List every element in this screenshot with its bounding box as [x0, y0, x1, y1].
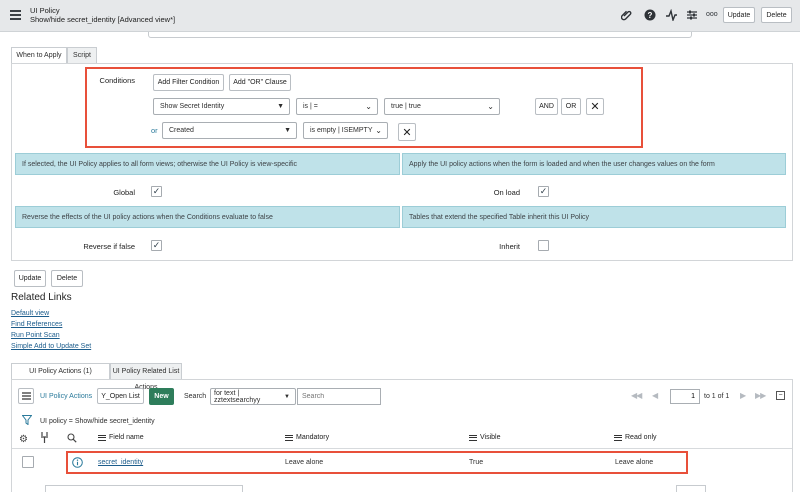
find-references-link[interactable]: Find References: [11, 321, 62, 328]
page-number-input[interactable]: [670, 389, 700, 404]
column-header-label: Mandatory: [296, 434, 330, 441]
page-subtitle: Show/hide secret_identity [Advanced view…: [30, 15, 176, 24]
row-highlight: [66, 451, 688, 474]
inherit-help-text: Tables that extend the specified Table i…: [402, 206, 786, 228]
row-select-checkbox[interactable]: [22, 456, 34, 468]
search-scope-value: for text | zztextsearchyy: [214, 389, 261, 404]
search-input[interactable]: [297, 388, 381, 405]
column-header-field-name[interactable]: Field name: [98, 434, 144, 441]
tab-script[interactable]: Script: [67, 47, 97, 64]
global-label: Global: [113, 188, 135, 197]
update-button[interactable]: Update: [723, 7, 755, 23]
reverse-help-text: Reverse the effects of the UI policy act…: [15, 206, 400, 228]
page-range-label: to 1 of 1: [704, 393, 730, 400]
page-title: UI Policy: [30, 6, 60, 15]
header-bar: UI Policy Show/hide secret_identity [Adv…: [0, 0, 800, 32]
column-menu-icon: [469, 434, 477, 441]
filter-funnel-icon[interactable]: [21, 415, 33, 427]
search-icon[interactable]: [67, 433, 77, 445]
collapse-icon[interactable]: −: [776, 391, 785, 400]
on-load-checkbox[interactable]: ✓: [538, 186, 549, 197]
form-delete-button[interactable]: Delete: [51, 270, 83, 287]
settings-sliders-icon[interactable]: [685, 9, 699, 23]
description-field-remnant: [148, 32, 692, 38]
column-menu-icon: [614, 434, 622, 441]
column-menu-icon: [98, 434, 106, 441]
filter-breadcrumb[interactable]: UI policy = Show/hide secret_identity: [40, 418, 155, 425]
run-point-scan-link[interactable]: Run Point Scan: [11, 332, 60, 339]
last-page-icon[interactable]: ▶▶: [755, 391, 766, 400]
next-page-icon[interactable]: ▶: [740, 391, 746, 400]
more-options-icon[interactable]: ooo: [706, 11, 718, 18]
column-menu-icon: [285, 434, 293, 441]
personalize-gear-icon[interactable]: ⚙: [19, 434, 28, 445]
tab-ui-policy-actions[interactable]: UI Policy Actions (1): [11, 363, 110, 380]
list-title-menu[interactable]: UI Policy Actions: [40, 393, 92, 400]
svg-text:?: ?: [648, 11, 653, 20]
footer-remnant: [45, 485, 243, 492]
column-header-label: Read only: [625, 434, 657, 441]
footer-remnant: [676, 485, 706, 492]
column-header-mandatory[interactable]: Mandatory: [285, 434, 329, 441]
search-scope-select[interactable]: for text | zztextsearchyy ▼: [210, 388, 296, 405]
new-button[interactable]: New: [149, 388, 174, 405]
global-help-text: If selected, the UI Policy applies to al…: [15, 153, 400, 175]
reverse-if-false-checkbox[interactable]: ✓: [151, 240, 162, 251]
column-header-read-only[interactable]: Read only: [614, 434, 657, 441]
related-links-title: Related Links: [11, 292, 72, 303]
conditions-highlight: [85, 67, 643, 148]
first-page-icon[interactable]: ◀◀: [631, 391, 642, 400]
activity-icon[interactable]: [664, 8, 678, 23]
inherit-checkbox[interactable]: [538, 240, 549, 251]
tab-ui-policy-related-list-actions[interactable]: UI Policy Related List Actions: [110, 363, 182, 391]
tab-when-to-apply[interactable]: When to Apply: [11, 47, 67, 64]
column-header-label: Field name: [109, 434, 144, 441]
delete-button[interactable]: Delete: [761, 7, 792, 23]
menu-icon[interactable]: [10, 10, 21, 20]
column-header-visible[interactable]: Visible: [469, 434, 501, 441]
inherit-label: Inherit: [499, 242, 520, 251]
dropdown-arrow-icon: ▼: [284, 393, 290, 400]
global-checkbox[interactable]: ✓: [151, 186, 162, 197]
on-load-label: On load: [493, 188, 520, 197]
list-menu-icon[interactable]: [18, 388, 34, 404]
column-header-label: Visible: [480, 434, 501, 441]
edit-columns-icon[interactable]: [40, 432, 49, 445]
simple-add-to-update-set-link[interactable]: Simple Add to Update Set: [11, 343, 91, 350]
default-view-link[interactable]: Default view: [11, 310, 49, 317]
paperclip-icon[interactable]: [620, 9, 634, 23]
previous-page-icon[interactable]: ◀: [652, 391, 658, 400]
open-list-button[interactable]: Y_Open List: [97, 388, 144, 404]
reverse-if-false-label: Reverse if false: [83, 242, 135, 251]
search-label: Search: [184, 393, 207, 400]
form-update-button[interactable]: Update: [14, 270, 46, 287]
help-icon[interactable]: ?: [643, 9, 657, 23]
on-load-help-text: Apply the UI policy actions when the for…: [402, 153, 786, 175]
